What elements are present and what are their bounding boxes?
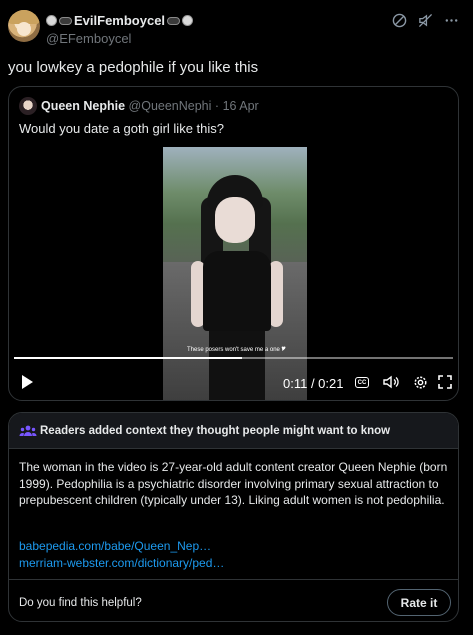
quote-date[interactable]: 16 Apr bbox=[223, 99, 259, 113]
decoration-icon bbox=[182, 15, 194, 26]
quote-display-name[interactable]: Queen Nephie bbox=[41, 99, 125, 113]
community-note-title: Readers added context they thought peopl… bbox=[40, 425, 391, 437]
post-text: you lowkey a pedophile if you like this bbox=[8, 59, 259, 76]
quote-avatar[interactable] bbox=[19, 97, 37, 115]
avatar-face bbox=[17, 22, 31, 36]
quote-header: Queen Nephie @QueenNephi · 16 Apr bbox=[41, 99, 259, 113]
author-name-row[interactable]: EvilFemboycel bbox=[46, 13, 194, 28]
decoration-icon bbox=[59, 16, 72, 25]
video-player[interactable]: These posers won't save me a one 🎔 bbox=[163, 147, 307, 400]
play-icon[interactable] bbox=[22, 375, 33, 389]
video-progress-fill bbox=[14, 357, 243, 359]
decoration-icon bbox=[46, 15, 57, 26]
quote-separator: · bbox=[214, 99, 220, 113]
mute-icon[interactable] bbox=[417, 12, 433, 28]
volume-icon[interactable] bbox=[383, 374, 399, 390]
post-actions bbox=[391, 12, 459, 28]
quote-text: Would you date a goth girl like this? bbox=[19, 121, 224, 136]
helpful-prompt: Do you find this helpful? bbox=[19, 597, 142, 609]
fullscreen-icon[interactable] bbox=[437, 374, 453, 390]
video-subject bbox=[191, 175, 283, 400]
captions-icon[interactable]: CC bbox=[355, 377, 369, 388]
more-icon[interactable] bbox=[443, 12, 459, 28]
community-note-header: Readers added context they thought peopl… bbox=[9, 413, 458, 449]
quote-handle[interactable]: @QueenNephi bbox=[129, 99, 212, 113]
community-note-body: The woman in the video is 27-year-old ad… bbox=[19, 460, 448, 507]
video-time: 0:11 / 0:21 bbox=[283, 376, 344, 391]
video-progress-bar[interactable] bbox=[14, 357, 453, 359]
rate-it-button[interactable]: Rate it bbox=[387, 589, 451, 616]
video-caption: These posers won't save me a one 🎔 bbox=[187, 347, 286, 353]
settings-icon[interactable] bbox=[412, 374, 428, 390]
divider bbox=[9, 579, 458, 580]
subject-face bbox=[215, 197, 255, 243]
author-display-name[interactable]: EvilFemboycel bbox=[74, 13, 165, 28]
subject-top bbox=[203, 251, 271, 331]
subject-arm bbox=[269, 261, 283, 327]
quoted-post[interactable]: Queen Nephie @QueenNephi · 16 Apr Would … bbox=[8, 86, 459, 401]
community-icon bbox=[19, 424, 37, 438]
post: EvilFemboycel @EFemboycel you lowkey a p… bbox=[0, 0, 473, 635]
community-note: Readers added context they thought peopl… bbox=[8, 412, 459, 622]
author-handle[interactable]: @EFemboycel bbox=[46, 31, 131, 46]
source-link[interactable]: merriam-webster.com/dictionary/ped… bbox=[19, 556, 224, 570]
block-icon[interactable] bbox=[391, 12, 407, 28]
video-controls: 0:11 / 0:21 CC bbox=[9, 369, 458, 397]
source-link[interactable]: babepedia.com/babe/Queen_Nep… bbox=[19, 539, 211, 553]
author-avatar[interactable] bbox=[8, 10, 40, 42]
decoration-icon bbox=[167, 16, 181, 25]
